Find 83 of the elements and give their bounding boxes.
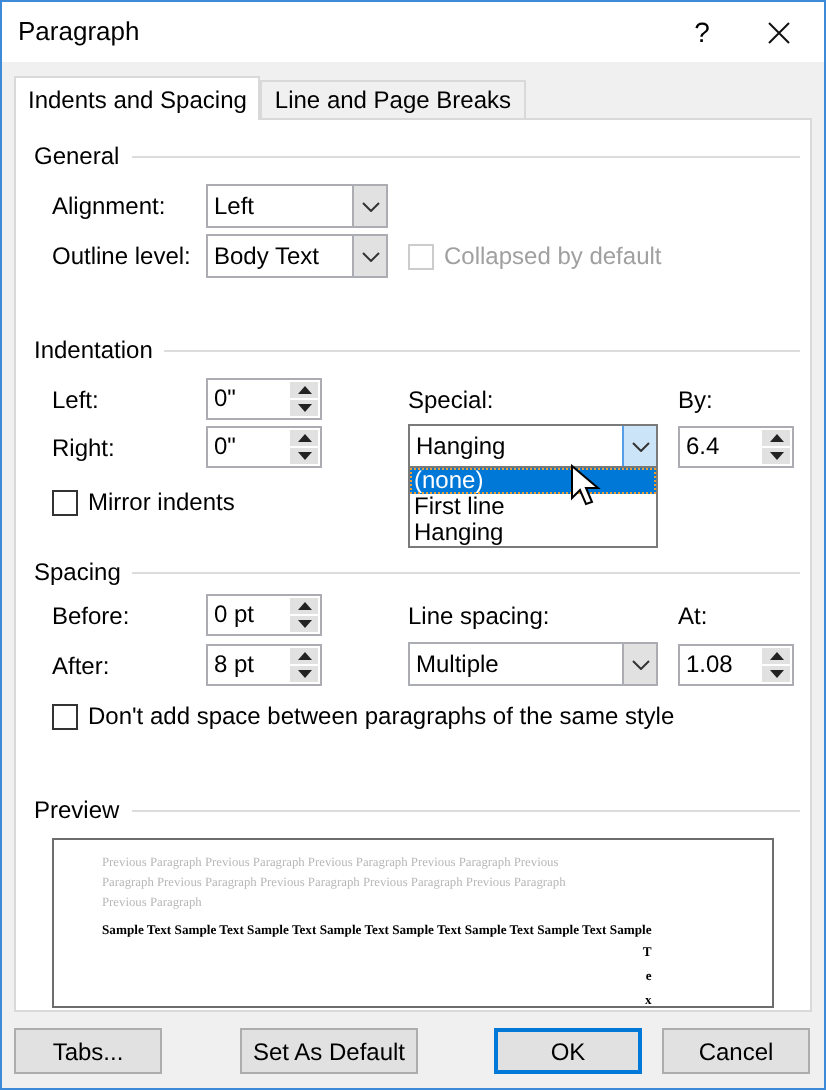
triangle-up-icon xyxy=(769,434,783,442)
dropdown-option[interactable]: (none) xyxy=(410,468,656,494)
dropdown-option[interactable]: Hanging xyxy=(410,520,656,546)
select-value: Hanging xyxy=(414,430,508,464)
chevron-down-icon xyxy=(361,201,379,211)
dropdown-select[interactable]: Body Text xyxy=(206,234,388,278)
spin-up-button[interactable] xyxy=(290,598,318,614)
field-label: After: xyxy=(52,649,112,683)
spin-up-button[interactable] xyxy=(762,648,790,664)
select-value: Left xyxy=(212,190,257,224)
field-label: Outline level: xyxy=(52,240,193,274)
spin-value: 8 pt xyxy=(212,648,257,682)
dropdown-select[interactable]: Left xyxy=(206,184,388,228)
dropdown-option[interactable]: First line xyxy=(410,494,656,520)
tab[interactable]: Indents and Spacing xyxy=(14,76,261,120)
dropdown-select[interactable]: Multiple xyxy=(408,642,658,686)
section-heading: General xyxy=(34,140,120,174)
triangle-down-icon xyxy=(769,670,783,678)
spin-field[interactable]: 8 pt xyxy=(206,644,322,686)
spin-up-button[interactable] xyxy=(290,382,318,398)
spin-value: 0" xyxy=(212,430,238,464)
dropdown-arrow-button[interactable] xyxy=(352,236,386,276)
chevron-down-icon xyxy=(361,251,379,261)
spin-value: 0" xyxy=(212,382,238,416)
triangle-up-icon xyxy=(769,652,783,660)
dropdown-arrow-button[interactable] xyxy=(622,426,656,466)
triangle-down-icon xyxy=(297,404,311,412)
triangle-down-icon xyxy=(297,670,311,678)
spin-down-button[interactable] xyxy=(290,616,318,632)
field-label: By: xyxy=(678,383,713,417)
dialog-button[interactable]: OK xyxy=(494,1028,642,1074)
checkbox[interactable] xyxy=(52,489,78,515)
spin-field[interactable]: 0 pt xyxy=(206,594,322,636)
spin-down-button[interactable] xyxy=(290,666,318,682)
spin-down-button[interactable] xyxy=(762,448,790,464)
select-value: Multiple xyxy=(414,648,501,682)
dialog-button[interactable]: Cancel xyxy=(662,1028,810,1074)
field-label: Before: xyxy=(52,599,132,633)
tab[interactable]: Line and Page Breaks xyxy=(260,80,526,118)
spin-up-button[interactable] xyxy=(290,648,318,664)
checkbox[interactable] xyxy=(52,703,78,729)
close-icon xyxy=(767,21,789,43)
spin-field[interactable]: 1.08 xyxy=(678,644,794,686)
triangle-up-icon xyxy=(297,602,311,610)
spin-field[interactable]: 0" xyxy=(206,378,322,420)
spin-field[interactable]: 6.4 xyxy=(678,426,794,468)
dropdown-select[interactable]: Hanging xyxy=(408,424,658,468)
spin-value: 6.4 xyxy=(684,430,722,464)
select-value: Body Text xyxy=(212,240,321,274)
spin-up-button[interactable] xyxy=(290,430,318,446)
spin-value: 0 pt xyxy=(212,598,257,632)
checkbox-label: Collapsed by default xyxy=(444,240,662,274)
field-label: Special: xyxy=(408,383,494,417)
chevron-down-icon xyxy=(631,441,649,451)
dropdown-arrow-button[interactable] xyxy=(622,644,656,684)
triangle-down-icon xyxy=(297,452,311,460)
field-label: Line spacing: xyxy=(408,599,550,633)
spin-down-button[interactable] xyxy=(290,448,318,464)
section-heading: Preview xyxy=(34,794,120,828)
field-label: Alignment: xyxy=(52,190,168,224)
field-label: Right: xyxy=(52,431,117,465)
checkbox-label: Mirror indents xyxy=(88,486,235,520)
triangle-up-icon xyxy=(297,434,311,442)
field-label: Left: xyxy=(52,383,101,417)
dialog-button[interactable]: Tabs... xyxy=(14,1028,162,1074)
spin-value: 1.08 xyxy=(684,648,735,682)
chevron-down-icon xyxy=(631,659,649,669)
spin-field[interactable]: 0" xyxy=(206,426,322,468)
triangle-up-icon xyxy=(297,386,311,394)
triangle-up-icon xyxy=(297,652,311,660)
dropdown-arrow-button[interactable] xyxy=(352,186,386,226)
spin-down-button[interactable] xyxy=(762,666,790,682)
dialog-button[interactable]: Set As Default xyxy=(240,1028,418,1074)
spin-down-button[interactable] xyxy=(290,400,318,416)
triangle-down-icon xyxy=(297,620,311,628)
section-heading: Indentation xyxy=(34,334,153,368)
window-title: Paragraph xyxy=(16,14,142,51)
triangle-down-icon xyxy=(769,452,783,460)
help-button[interactable]: ? xyxy=(672,2,732,62)
field-label: At: xyxy=(678,599,708,633)
spin-up-button[interactable] xyxy=(762,430,790,446)
checkbox-label: Don't add space between paragraphs of the same style xyxy=(88,700,675,734)
section-heading: Spacing xyxy=(34,556,121,590)
